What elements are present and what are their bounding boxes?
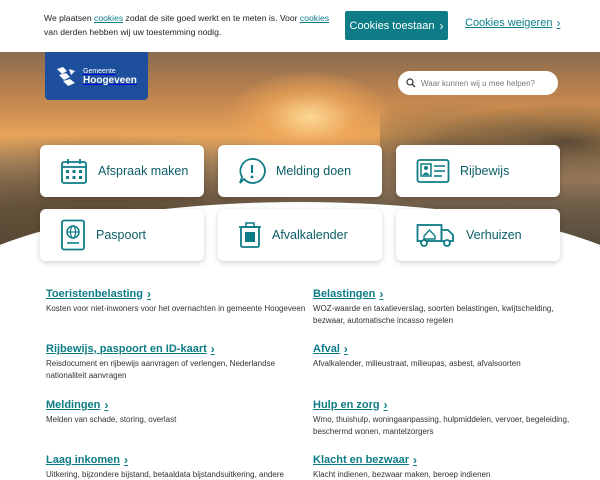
list-item: Afval › Afvalkalender, milieustraat, mili…	[313, 343, 583, 370]
tile-afvalkalender[interactable]: Afvalkalender	[218, 209, 382, 261]
link-title: Belastingen	[313, 288, 376, 300]
search-icon	[406, 78, 416, 88]
link-title: Meldingen	[46, 399, 101, 411]
chevron-right-icon: ›	[123, 453, 128, 467]
cookie-text-1: We plaatsen	[44, 13, 95, 23]
accept-cookies-button[interactable]: Cookies toestaan ›	[345, 11, 448, 40]
link-description: Afvalkalender, milieustraat, milieupas, …	[313, 359, 521, 368]
chevron-right-icon: ›	[343, 342, 348, 356]
search-box[interactable]	[398, 71, 558, 95]
moving-truck-icon	[416, 224, 454, 247]
link-hulp-en-zorg[interactable]: Hulp en zorg ›	[313, 399, 583, 411]
list-item: Hulp en zorg › Wmo, thuishulp, woningaanp…	[313, 399, 583, 438]
list-item: Toeristenbelasting › Kosten voor niet-inw…	[46, 288, 316, 315]
link-belastingen[interactable]: Belastingen ›	[313, 288, 583, 300]
link-rijbewijs-paspoort-id[interactable]: Rijbewijs, paspoort en ID-kaart ›	[46, 343, 316, 355]
cookies-link-2[interactable]: cookies	[300, 13, 329, 23]
refuse-cookies-link[interactable]: Cookies weigeren ›	[465, 17, 560, 29]
tile-label: Verhuizen	[466, 228, 522, 242]
link-title: Hulp en zorg	[313, 399, 380, 411]
logo-line1: Gemeente	[83, 68, 116, 75]
link-description: Reisdocument en rijbewijs aanvragen of v…	[46, 359, 276, 380]
logo-mark-icon	[57, 67, 75, 86]
link-title: Toeristenbelasting	[46, 288, 143, 300]
tile-paspoort[interactable]: Paspoort	[40, 209, 204, 261]
list-item: Meldingen › Melden van schade, storing, o…	[46, 399, 316, 426]
logo-text: Gemeente Hoogeveen	[83, 67, 137, 86]
link-laag-inkomen[interactable]: Laag inkomen ›	[46, 454, 316, 466]
chevron-right-icon: ›	[383, 398, 388, 412]
chevron-right-icon: ›	[412, 453, 417, 467]
passport-icon	[61, 219, 85, 251]
link-description: Uitkering, bijzondere bijstand, betaalda…	[46, 470, 284, 479]
link-title: Afval	[313, 343, 340, 355]
cookie-bar: We plaatsen cookies zodat de site goed w…	[0, 0, 600, 52]
list-item: Belastingen › WOZ-waarde en taxatieversla…	[313, 288, 583, 327]
link-afval[interactable]: Afval ›	[313, 343, 583, 355]
tile-afspraak-maken[interactable]: Afspraak maken	[40, 145, 204, 197]
link-description: Kosten voor niet-inwoners voor het overn…	[46, 304, 306, 313]
cookie-text-2: zodat de site goed werkt en te meten is.…	[123, 13, 300, 23]
tile-verhuizen[interactable]: Verhuizen	[396, 209, 560, 261]
link-description: Wmo, thuishulp, woningaanpassing, hulpmi…	[313, 415, 570, 436]
id-card-icon	[416, 159, 450, 183]
tile-label: Rijbewijs	[460, 164, 510, 178]
tile-rijbewijs[interactable]: Rijbewijs	[396, 145, 560, 197]
chevron-right-icon: ›	[146, 287, 151, 301]
list-item: Klacht en bezwaar › Klacht indienen, bezw…	[313, 454, 583, 480]
link-klacht-en-bezwaar[interactable]: Klacht en bezwaar ›	[313, 454, 583, 466]
list-item: Rijbewijs, paspoort en ID-kaart › Reisdoc…	[46, 343, 316, 382]
chevron-right-icon: ›	[379, 287, 384, 301]
chevron-right-icon: ›	[104, 398, 109, 412]
link-title: Rijbewijs, paspoort en ID-kaart	[46, 343, 207, 355]
chevron-right-icon: ›	[556, 16, 561, 30]
cookie-text-3: van derden hebben wij uw toestemming nod…	[44, 27, 222, 37]
alert-bubble-icon	[239, 158, 266, 184]
list-item: Laag inkomen › Uitkering, bijzondere bijs…	[46, 454, 316, 480]
calendar-icon	[61, 159, 87, 184]
link-description: Melden van schade, storing, overlast	[46, 415, 177, 424]
trash-bin-icon	[239, 222, 261, 248]
link-description: Klacht indienen, bezwaar maken, beroep i…	[313, 470, 491, 479]
tile-label: Melding doen	[276, 164, 352, 178]
cookies-link-1[interactable]: cookies	[94, 13, 123, 23]
chevron-right-icon: ›	[210, 342, 215, 356]
tile-label: Afvalkalender	[272, 228, 348, 242]
link-meldingen[interactable]: Meldingen ›	[46, 399, 316, 411]
municipality-logo[interactable]: Gemeente Hoogeveen	[45, 52, 148, 100]
link-description: WOZ-waarde en taxatieverslag, soorten be…	[313, 304, 554, 325]
tile-label: Afspraak maken	[98, 164, 189, 178]
link-toeristenbelasting[interactable]: Toeristenbelasting ›	[46, 288, 316, 300]
accept-cookies-label: Cookies toestaan	[349, 19, 435, 32]
logo-line2: Hoogeveen	[83, 75, 137, 86]
tile-melding-doen[interactable]: Melding doen	[218, 145, 382, 197]
chevron-right-icon: ›	[439, 18, 444, 33]
search-input[interactable]	[421, 78, 549, 88]
link-title: Laag inkomen	[46, 454, 120, 466]
tile-label: Paspoort	[96, 228, 147, 242]
cookie-message: We plaatsen cookies zodat de site goed w…	[44, 11, 334, 39]
refuse-cookies-label: Cookies weigeren	[465, 17, 553, 29]
link-title: Klacht en bezwaar	[313, 454, 409, 466]
